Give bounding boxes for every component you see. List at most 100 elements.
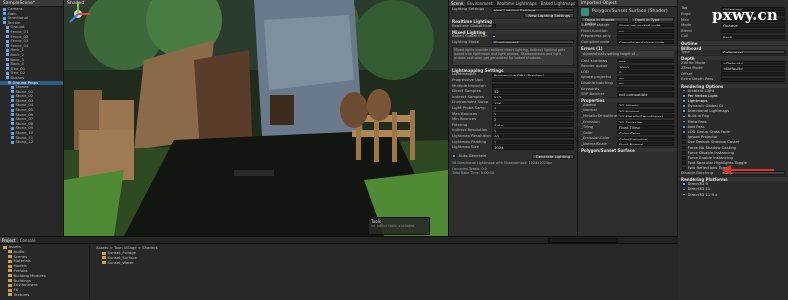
- gameobject-icon: [3, 16, 6, 20]
- hierarchy-header[interactable]: SampleScene*: [0, 0, 63, 7]
- shader-info-field[interactable]: 2000: [617, 64, 674, 69]
- lightmap-setting-field[interactable]: 256: [492, 100, 574, 105]
- hierarchy-item[interactable]: Stone_12: [0, 140, 63, 145]
- gameobject-icon: [3, 12, 6, 16]
- lighting-settings-field[interactable]: New Lighting Settings: [492, 7, 574, 12]
- hierarchy-item-label: Rock_2: [10, 52, 24, 57]
- shader-info-field[interactable]: not compatible: [617, 92, 674, 97]
- shader-info-field[interactable]: [617, 86, 674, 92]
- shader-info-field[interactable]: no: [617, 75, 674, 80]
- shader-info-field[interactable]: yes: [617, 58, 674, 64]
- lightmap-setting-label: Multiple Importan: [452, 83, 486, 88]
- shader-property-field[interactable]: 2D Albedo: [617, 103, 674, 108]
- gameobject-icon: [11, 136, 14, 140]
- rendering-option-checkbox[interactable]: [682, 88, 686, 93]
- lightmap-setting-field[interactable]: [492, 78, 574, 83]
- lightmap-setting-row: Lightmap Resolution 40: [449, 134, 577, 140]
- project-search-input[interactable]: [548, 238, 618, 243]
- lighting-tab[interactable]: Environment: [465, 0, 495, 6]
- shader-property-field[interactable]: Color Color: [617, 131, 674, 136]
- material-setting-field[interactable]: [721, 29, 785, 34]
- lightmap-setting-field[interactable]: Auto: [492, 123, 574, 128]
- shader-property-field[interactable]: Float Tiling: [617, 125, 674, 130]
- project-tab[interactable]: Project: [0, 237, 18, 243]
- shader-info-field[interactable]: 0: [617, 70, 674, 75]
- lightmap-setting-row: Max Bounces 2: [449, 111, 577, 117]
- shader-property-field[interactable]: 2D Normal: [617, 108, 674, 113]
- rendering-option-checkbox[interactable]: [682, 119, 686, 124]
- depth-rows: ZWrite Mode <Default> ZTest Mode <Default> O…: [678, 60, 788, 82]
- platform-item[interactable]: Direct3D 11 9.x: [678, 192, 788, 197]
- lightmap-setting-label: Environment Samp: [452, 100, 489, 105]
- billboard-type-dropdown[interactable]: Cylindrical: [721, 50, 785, 55]
- lighting-tab[interactable]: Scene: [449, 0, 466, 6]
- open-shader-editor-button[interactable]: Open in Shader Editor: [581, 17, 629, 26]
- rendering-option-checkbox[interactable]: [682, 145, 686, 150]
- platform-checkbox[interactable]: [682, 187, 686, 192]
- lightmap-setting-label: Direct Samples: [452, 89, 481, 94]
- rendering-option-checkbox[interactable]: [682, 140, 686, 145]
- gameobject-icon: [6, 48, 9, 52]
- realtime-gi-label: Realtime Global Illum: [452, 23, 492, 28]
- orientation-gizmo-icon[interactable]: [64, 0, 92, 28]
- lightmap-setting-label: Progressive Upd: [452, 77, 483, 82]
- rendering-option-checkbox[interactable]: [682, 93, 686, 98]
- auto-generate-checkbox[interactable]: [452, 154, 456, 158]
- project-file[interactable]: Sunset_Water: [92, 259, 678, 266]
- realtime-gi-checkbox[interactable]: [492, 24, 496, 28]
- lightmap-setting-field[interactable]: 2: [492, 139, 574, 144]
- shader-property-row: _Tiling Float Tiling: [578, 125, 677, 131]
- project-tab[interactable]: Console: [18, 237, 38, 243]
- material-setting-row: Blend: [678, 28, 788, 34]
- lightmap-setting-field[interactable]: 32: [492, 89, 574, 94]
- shader-property-field[interactable]: Color Emission: [617, 136, 674, 141]
- gameobject-icon: [3, 7, 6, 11]
- lightmap-setting-field[interactable]: 1024: [492, 145, 574, 150]
- errors-section[interactable]: Errors (1): [578, 44, 677, 51]
- material-setting-field[interactable]: Back: [721, 34, 785, 39]
- shader-setting-field[interactable]: [617, 34, 674, 39]
- depth-setting-field[interactable]: <Default>: [721, 66, 785, 71]
- shader-info-field[interactable]: no: [617, 81, 674, 86]
- generate-lighting-button[interactable]: Generate Lighting: [531, 153, 574, 159]
- shader-property-label: _NormalScale: [581, 141, 607, 146]
- shader-property-label: _Color: [581, 130, 593, 135]
- shader-property-field[interactable]: 2D Emission: [617, 119, 674, 125]
- lighting-mode-dropdown[interactable]: Shadowmask: [492, 40, 574, 45]
- hierarchy-item-label: Fence_03: [10, 39, 29, 44]
- shader-setting-field[interactable]: Compile and show code: [617, 40, 674, 45]
- lightmap-setting-field[interactable]: 4: [492, 106, 574, 111]
- shader-file-icon: [102, 261, 106, 265]
- shader-property-field[interactable]: 2D MetallicSmoothness: [617, 114, 674, 119]
- project-file-label: Sunset_Water: [107, 259, 134, 265]
- open-type-editor-button[interactable]: Open in Type Editor: [630, 17, 674, 26]
- lightmap-setting-field[interactable]: 2: [492, 111, 574, 117]
- gameobject-icon: [8, 81, 11, 84]
- billboard-type-label: Type: [681, 49, 690, 54]
- shader-setting-field[interactable]: no: [617, 28, 674, 34]
- depth-setting-field[interactable]: [721, 77, 785, 82]
- shader-rows-2: Cast shadows yes Render queue 2000 LOD 0 Ignor…: [578, 58, 677, 97]
- depth-setting-field[interactable]: <Default>: [721, 60, 785, 66]
- lightmap-setting-field[interactable]: 2: [492, 128, 574, 133]
- shader-setting-field[interactable]: Show generated code: [617, 23, 674, 28]
- rendering-option-checkbox[interactable]: [682, 114, 686, 119]
- shader-footer: Polygon/Sunset Surface: [578, 147, 677, 153]
- lightmap-setting-field[interactable]: [492, 83, 574, 89]
- lightmap-setting-field[interactable]: 2: [492, 117, 574, 122]
- lighting-tab[interactable]: Baked Lightmaps: [539, 0, 577, 6]
- platform-checkbox[interactable]: [682, 192, 686, 197]
- material-setting-row: Cull Back: [678, 34, 788, 40]
- project-folder[interactable]: Textures: [0, 292, 89, 298]
- lightmap-setting-field[interactable]: Progressive GPU (Preview): [492, 72, 574, 77]
- new-lighting-settings-button[interactable]: New Lighting Settings: [524, 12, 574, 18]
- scene-view[interactable]: Shaded Tools no editor tools available: [64, 0, 449, 236]
- depth-setting-field[interactable]: [721, 72, 785, 77]
- lighting-tab[interactable]: Realtime Lightmaps: [495, 0, 539, 6]
- lightmap-setting-field[interactable]: 40: [492, 134, 574, 139]
- shader-property-field[interactable]: Float Normal: [617, 142, 674, 147]
- material-setting-label: Cull: [681, 34, 689, 39]
- baked-gi-checkbox[interactable]: [492, 34, 496, 39]
- lightmap-setting-field[interactable]: 512: [492, 95, 574, 100]
- rendering-option-checkbox[interactable]: [682, 166, 686, 171]
